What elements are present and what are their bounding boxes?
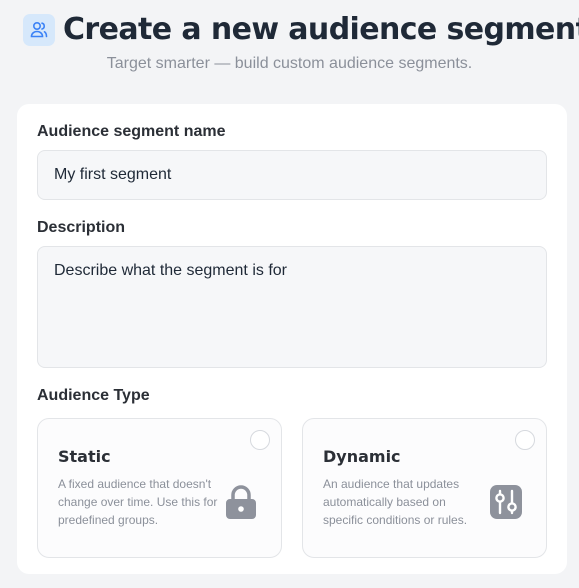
audience-type-label: Audience Type <box>37 387 150 404</box>
segment-name-input[interactable] <box>37 150 547 200</box>
page-title: Create a new audience segment <box>63 12 579 47</box>
segment-name-label: Audience segment name <box>37 123 226 140</box>
static-description: A fixed audience that doesn't change ove… <box>58 477 218 527</box>
description-textarea[interactable] <box>37 246 547 368</box>
segment-form-card: Audience segment name Description Audien… <box>17 104 567 574</box>
dynamic-title: Dynamic <box>323 447 401 466</box>
dynamic-radio[interactable] <box>515 430 535 450</box>
lock-icon <box>223 483 259 521</box>
audience-type-static-option[interactable]: Static A fixed audience that doesn't cha… <box>37 418 282 558</box>
description-label: Description <box>37 219 126 236</box>
dynamic-description: An audience that updates automatically b… <box>323 477 468 527</box>
users-icon <box>23 14 55 46</box>
static-radio[interactable] <box>250 430 270 450</box>
audience-type-dynamic-option[interactable]: Dynamic An audience that updates automat… <box>302 418 547 558</box>
static-title: Static <box>58 447 111 466</box>
sliders-icon <box>488 483 524 521</box>
page-header: Create a new audience segment Target sma… <box>0 0 579 100</box>
page-subtitle: Target smarter — build custom audience s… <box>106 55 473 72</box>
